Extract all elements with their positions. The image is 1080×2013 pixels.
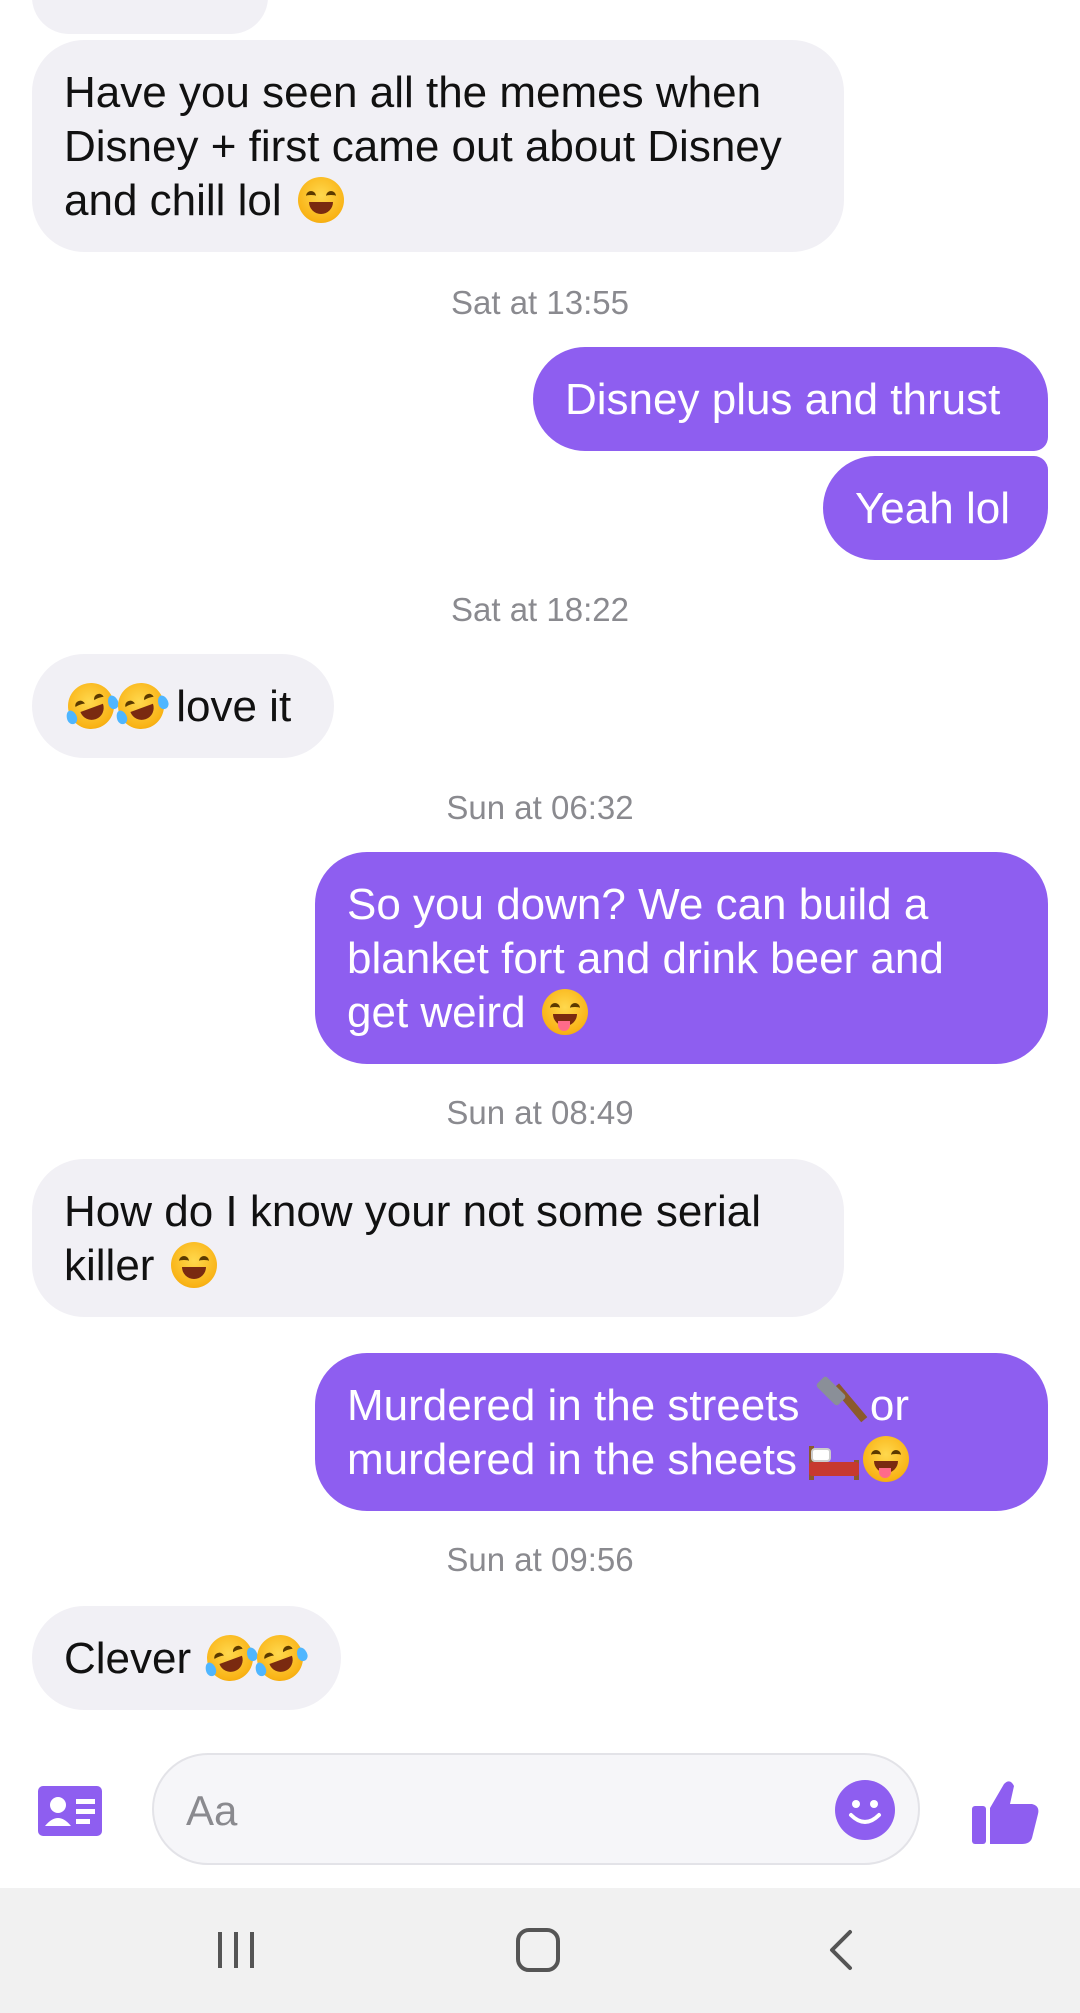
message-text: Clever <box>64 1634 192 1683</box>
message-text: Have you seen all the memes when Disney … <box>64 68 782 225</box>
message-text: Yeah lol <box>855 484 1010 533</box>
back-icon[interactable] <box>820 1928 864 1972</box>
message-bubble-outgoing[interactable]: Murdered in the streets or murdered in t… <box>315 1353 1048 1511</box>
message-text: Murdered in the streets <box>347 1381 800 1430</box>
message-text: love it <box>176 682 292 731</box>
rolling-on-floor-laughing-icon <box>61 676 121 736</box>
message-text: Disney plus and thrust <box>565 375 1001 424</box>
grinning-squinting-face-icon <box>170 1242 217 1288</box>
message-input[interactable]: Aa <box>152 1753 920 1865</box>
message-text: murdered in the sheets <box>347 1435 798 1484</box>
message-bubble-outgoing[interactable]: Disney plus and thrust <box>533 347 1048 451</box>
thumbs-up-icon[interactable] <box>970 1778 1040 1846</box>
message-input-placeholder: Aa <box>186 1787 238 1834</box>
winking-face-with-tongue-icon <box>863 1436 910 1482</box>
timestamp: Sun at 06:32 <box>446 789 634 826</box>
timestamp: Sat at 13:55 <box>451 284 629 321</box>
chat-thread: Have you seen all the memes when Disney … <box>0 0 1080 1870</box>
message-bubble-incoming[interactable]: Clever <box>32 1606 341 1710</box>
message-bubble-incoming[interactable]: Have you seen all the memes when Disney … <box>32 40 844 252</box>
timestamp: Sat at 18:22 <box>451 591 629 628</box>
message-text: So you down? We can build a blanket fort… <box>347 880 944 1037</box>
emoji-icon[interactable] <box>834 1779 896 1841</box>
message-bubble-outgoing[interactable]: Yeah lol <box>823 456 1048 560</box>
message-composer: Aa <box>0 1748 1080 1870</box>
rolling-on-floor-laughing-icon <box>111 676 171 736</box>
recents-icon[interactable] <box>214 1928 258 1972</box>
message-text: or <box>869 1381 910 1430</box>
grinning-squinting-face-icon <box>297 177 344 223</box>
winking-face-with-tongue-icon <box>541 989 588 1035</box>
message-text: How do I know your not some serial kille… <box>64 1187 761 1290</box>
message-bubble-incoming[interactable]: love it <box>32 654 334 758</box>
system-navigation-bar <box>0 1888 1080 2013</box>
timestamp: Sun at 08:49 <box>446 1094 634 1131</box>
rolling-on-floor-laughing-icon <box>250 1628 310 1688</box>
contact-card-icon[interactable] <box>38 1786 102 1836</box>
hammer-icon <box>812 1375 868 1428</box>
bed-icon <box>809 1440 860 1480</box>
message-bubble-partial[interactable] <box>32 0 268 34</box>
home-icon[interactable] <box>514 1926 562 1974</box>
message-bubble-incoming[interactable]: How do I know your not some serial kille… <box>32 1159 844 1317</box>
rolling-on-floor-laughing-icon <box>200 1628 260 1688</box>
message-bubble-outgoing[interactable]: So you down? We can build a blanket fort… <box>315 852 1048 1064</box>
timestamp: Sun at 09:56 <box>446 1541 634 1578</box>
